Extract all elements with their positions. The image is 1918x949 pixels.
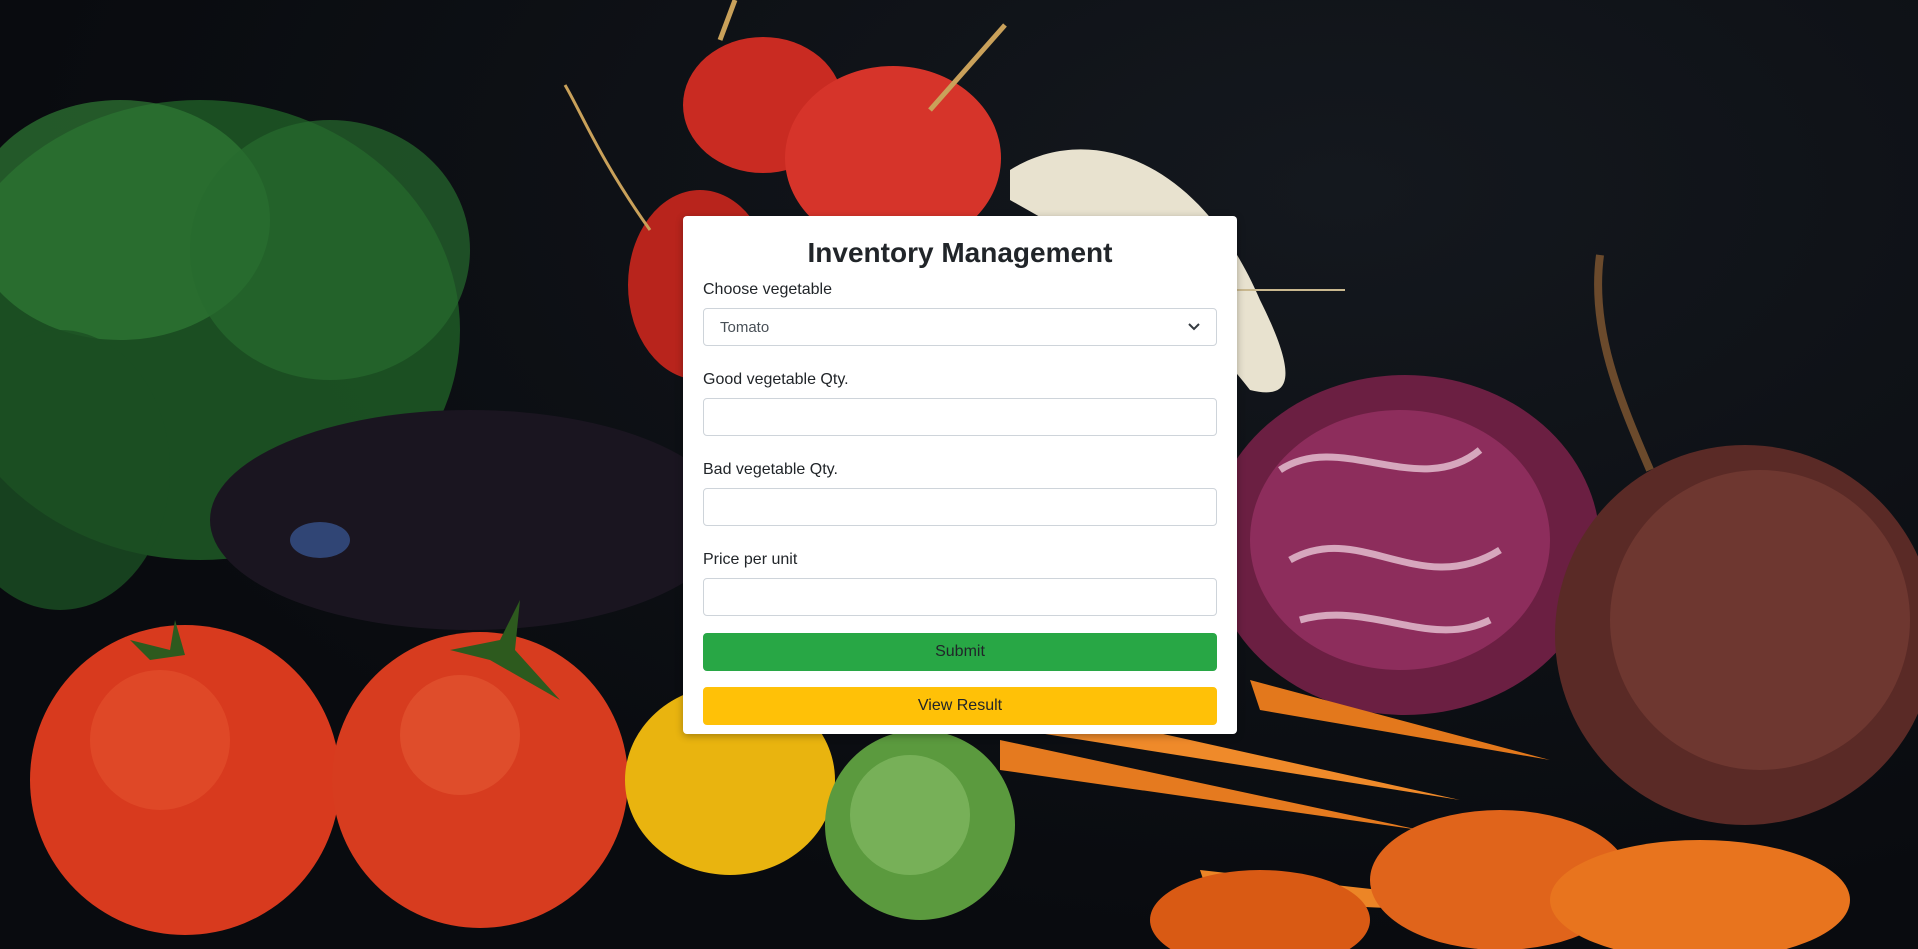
good-qty-label: Good vegetable Qty. [703, 371, 849, 388]
inventory-form-card: Inventory Management Choose vegetable To… [683, 216, 1237, 734]
vegetable-label: Choose vegetable [703, 281, 832, 298]
bad-qty-input[interactable] [703, 488, 1217, 526]
price-input[interactable] [703, 578, 1217, 616]
good-qty-input[interactable] [703, 398, 1217, 436]
price-label: Price per unit [703, 551, 798, 568]
view-result-button[interactable]: View Result [703, 687, 1217, 725]
submit-button[interactable]: Submit [703, 633, 1217, 671]
vegetable-select-value: Tomato [720, 318, 770, 336]
chevron-down-icon [1188, 323, 1200, 331]
bad-qty-label: Bad vegetable Qty. [703, 461, 838, 478]
page-title: Inventory Management [807, 237, 1113, 268]
vegetable-select[interactable]: Tomato [703, 308, 1217, 346]
